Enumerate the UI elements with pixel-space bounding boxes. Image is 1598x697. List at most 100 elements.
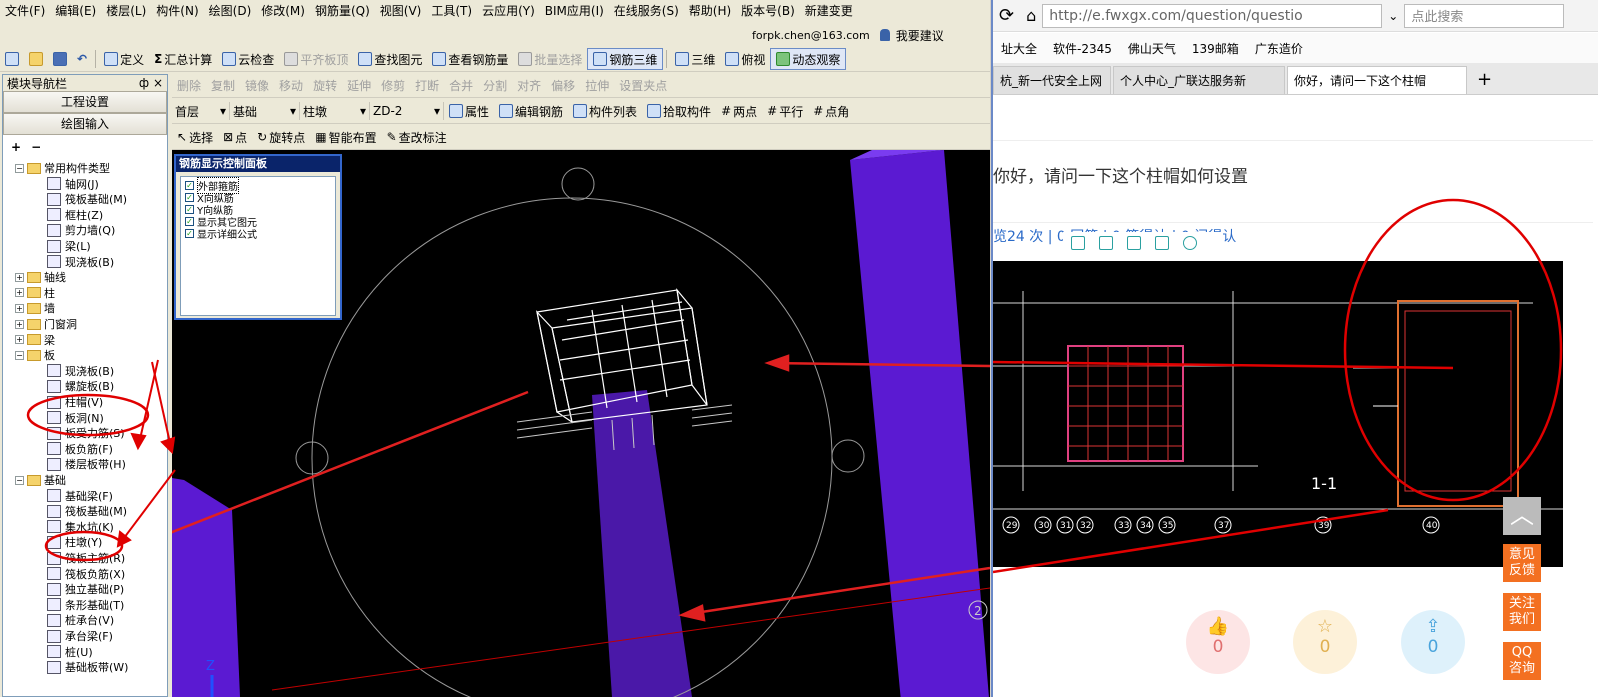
tree-item[interactable]: 基础板带(W) <box>47 659 128 675</box>
tree-item[interactable]: 现浇板(B) <box>47 254 114 270</box>
rebar-3d-button[interactable]: 钢筋三维 <box>587 48 664 70</box>
refresh-icon[interactable]: ⟳ <box>993 5 1020 26</box>
new-file-button[interactable] <box>0 48 24 70</box>
menu-file[interactable]: 文件(F) <box>0 2 50 19</box>
delete-button[interactable]: 删除 <box>172 74 206 96</box>
type-select[interactable]: 柱墩 ▾ <box>300 102 370 120</box>
tree-item[interactable]: 桩(U) <box>47 644 93 660</box>
floor-select[interactable]: 首层 ▾ <box>172 102 230 120</box>
stretch-button[interactable]: 拉伸 <box>580 74 614 96</box>
tree-item[interactable]: + 墙 <box>15 300 55 316</box>
feedback-button[interactable]: 意见 反馈 <box>1503 544 1541 582</box>
orbit-handle-right[interactable] <box>831 439 865 473</box>
select-button[interactable]: ↖ 选择 <box>172 126 218 148</box>
break-button[interactable]: 打断 <box>410 74 444 96</box>
menu-version[interactable]: 版本号(B) <box>736 2 800 19</box>
point-angle-button[interactable]: # 点角 <box>808 100 854 122</box>
tree-item[interactable]: 承台梁(F) <box>47 628 113 644</box>
bookmark[interactable]: 139邮箱 <box>1184 40 1247 57</box>
bookmark[interactable]: 软件-2345 <box>1045 40 1120 57</box>
pane-drawing-input[interactable]: 绘图输入 <box>3 113 167 135</box>
rotate-button[interactable]: 旋转 <box>308 74 342 96</box>
batch-select-button[interactable]: 批量选择 <box>513 48 587 70</box>
tree-item[interactable]: 桩承台(V) <box>47 612 114 628</box>
find-element-button[interactable]: 查找图元 <box>353 48 427 70</box>
view-rebar-qty-button[interactable]: 查看钢筋量 <box>427 48 513 70</box>
suggest-link[interactable]: 我要建议 <box>896 27 944 44</box>
menu-floor[interactable]: 楼层(L) <box>101 2 151 19</box>
parallel-button[interactable]: # 平行 <box>762 100 808 122</box>
item-select[interactable]: ZD-2 ▾ <box>370 102 444 120</box>
home-icon[interactable]: ⌂ <box>1020 6 1042 25</box>
option-row[interactable]: ✓ 显示详细公式 <box>185 227 331 241</box>
expand-icon[interactable]: + <box>15 288 24 298</box>
collapse-icon[interactable]: − <box>15 163 24 173</box>
undo-button[interactable]: ↶ <box>72 48 92 70</box>
tree-item[interactable]: 剪力墙(Q) <box>47 222 115 238</box>
checkbox-checked-icon[interactable]: ✓ <box>185 216 194 226</box>
tree-item[interactable]: + 轴线 <box>15 269 66 285</box>
tree-item[interactable]: − 常用构件类型 <box>15 160 110 176</box>
qq-consult-button[interactable]: QQ 咨询 <box>1503 642 1541 680</box>
edit-annotation-button[interactable]: ✎ 查改标注 <box>382 126 452 148</box>
orbit-handle-top[interactable] <box>561 167 595 201</box>
trim-button[interactable]: 修剪 <box>376 74 410 96</box>
tree-item[interactable]: 条形基础(T) <box>47 597 124 613</box>
expand-icon[interactable]: + <box>15 303 24 313</box>
open-file-button[interactable] <box>24 48 48 70</box>
define-button[interactable]: 定义 <box>99 48 149 70</box>
set-grip-button[interactable]: 设置夹点 <box>614 74 672 96</box>
follow-us-button[interactable]: 关注 我们 <box>1503 593 1541 631</box>
menu-view[interactable]: 视图(V) <box>375 2 427 19</box>
collapse-all-icon[interactable]: − <box>31 140 41 154</box>
menu-modify[interactable]: 修改(M) <box>256 2 310 19</box>
favorite-button[interactable]: ☆ 0 <box>1293 610 1357 674</box>
cloud-check-button[interactable]: 云检查 <box>217 48 279 70</box>
view-3d-button[interactable]: 三维 <box>670 48 720 70</box>
tree-item[interactable]: 独立基础(P) <box>47 581 124 597</box>
expand-icon[interactable]: + <box>15 272 24 282</box>
rotate-point-button[interactable]: ↻ 旋转点 <box>252 126 310 148</box>
checkbox-checked-icon[interactable]: ✓ <box>185 204 194 214</box>
two-points-button[interactable]: # 两点 <box>716 100 762 122</box>
copy-button[interactable]: 复制 <box>206 74 240 96</box>
smart-layout-button[interactable]: ▦ 智能布置 <box>310 126 381 148</box>
browser-tab[interactable]: 杭_新一代安全上网 <box>993 66 1111 94</box>
menu-component[interactable]: 构件(N) <box>151 2 203 19</box>
menu-online[interactable]: 在线服务(S) <box>609 2 684 19</box>
menu-new-change[interactable]: 新建变更 <box>800 2 858 19</box>
url-field[interactable]: http://e.fwxgx.com/question/questio <box>1042 3 1383 28</box>
menu-edit[interactable]: 编辑(E) <box>50 2 101 19</box>
component-list-button[interactable]: 构件列表 <box>568 100 642 122</box>
align-button[interactable]: 对齐 <box>512 74 546 96</box>
merge-button[interactable]: 合并 <box>444 74 478 96</box>
offset-button[interactable]: 偏移 <box>546 74 580 96</box>
tree-item[interactable]: 轴网(J) <box>47 176 99 192</box>
tree-item[interactable]: + 门窗洞 <box>15 316 77 332</box>
point-button[interactable]: ⊠ 点 <box>218 126 252 148</box>
pane-project-settings[interactable]: 工程设置 <box>3 91 167 113</box>
tree-item[interactable]: 梁(L) <box>47 238 91 254</box>
expand-all-icon[interactable]: + <box>11 140 21 154</box>
bell-icon[interactable] <box>879 29 890 41</box>
save-button[interactable] <box>48 48 72 70</box>
menu-cloud[interactable]: 云应用(Y) <box>477 2 540 19</box>
bookmark[interactable]: 佛山天气 <box>1120 40 1184 57</box>
tree-item[interactable]: 框柱(Z) <box>47 207 103 223</box>
properties-button[interactable]: 属性 <box>444 100 494 122</box>
split-button[interactable]: 分割 <box>478 74 512 96</box>
menu-draw[interactable]: 绘图(D) <box>204 2 257 19</box>
close-icon[interactable]: × <box>153 76 163 90</box>
extend-button[interactable]: 延伸 <box>342 74 376 96</box>
like-button[interactable]: 👍 0 <box>1186 610 1250 674</box>
tree-item[interactable]: + 柱 <box>15 285 55 301</box>
tree-item[interactable]: 筏板基础(M) <box>47 191 127 207</box>
align-top-button[interactable]: 平齐板顶 <box>279 48 353 70</box>
pick-component-button[interactable]: 拾取构件 <box>642 100 716 122</box>
new-tab-icon[interactable]: + <box>1469 69 1500 94</box>
dynamic-orbit-button[interactable]: 动态观察 <box>770 48 847 70</box>
mirror-button[interactable]: 镜像 <box>240 74 274 96</box>
bookmark[interactable]: 广东造价 <box>1247 40 1311 57</box>
checkbox-checked-icon[interactable]: ✓ <box>185 228 194 238</box>
menu-help[interactable]: 帮助(H) <box>684 2 736 19</box>
